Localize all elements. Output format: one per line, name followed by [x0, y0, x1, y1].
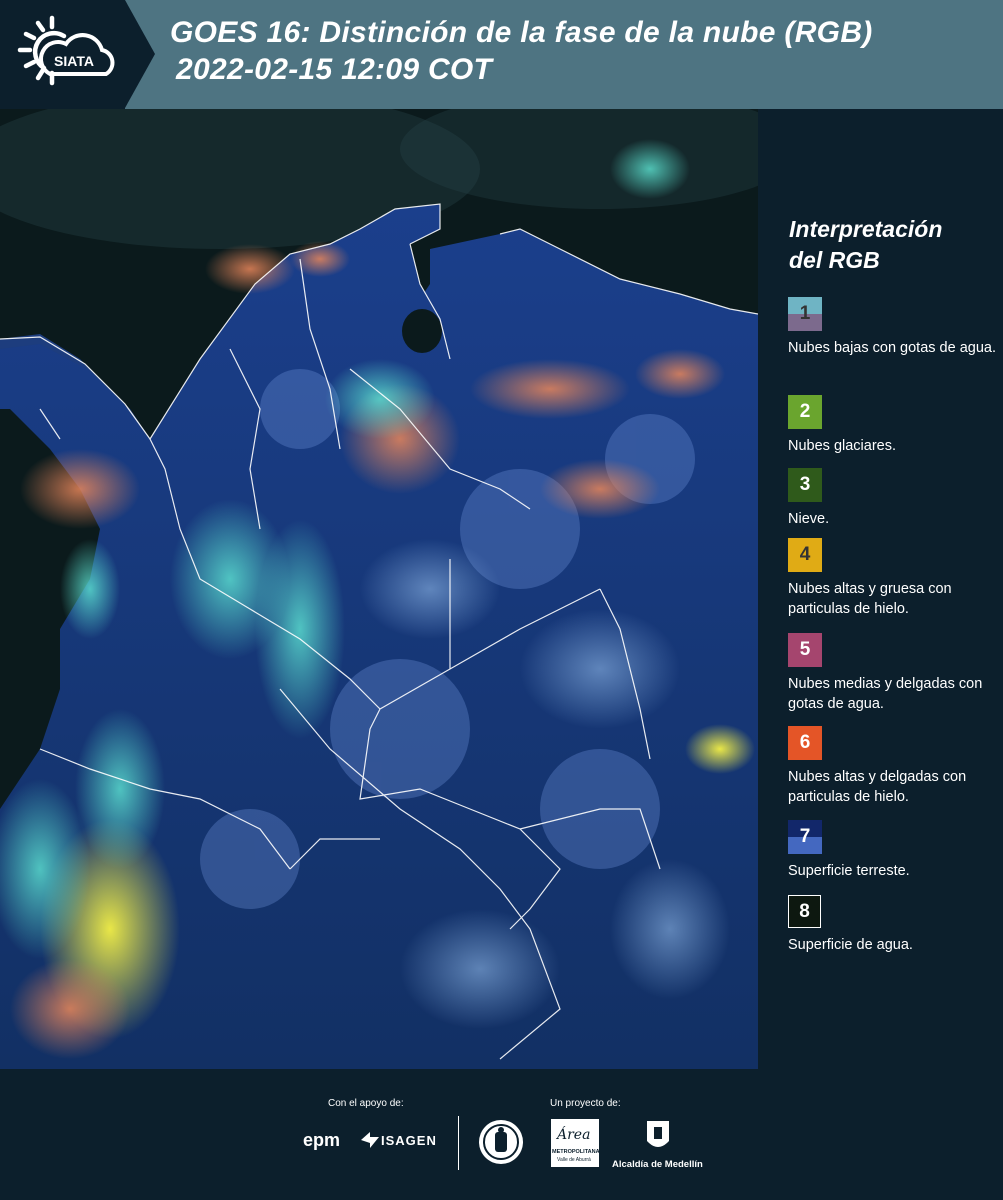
legend-number-5: 5	[799, 639, 811, 660]
legend-item-8: 8 Superficie de agua.	[788, 895, 1003, 955]
lake-maracaibo	[402, 309, 442, 353]
footer-divider	[458, 1116, 459, 1170]
footer: Con el apoyo de: Un proyecto de: epm ISA…	[0, 1069, 1003, 1200]
legend-item-3: 3 Nieve.	[788, 468, 1003, 529]
project-label: Un proyecto de:	[550, 1098, 621, 1109]
satellite-map	[0, 109, 758, 1069]
alcaldia-logo: Alcaldía de Medellín	[612, 1159, 703, 1170]
header-bar: SIATA GOES 16: Distinción de la fase de …	[0, 0, 1003, 109]
legend-item-6: 6 Nubes altas y delgadas con particulas …	[788, 726, 1003, 807]
legend-number-2: 2	[799, 401, 811, 422]
legend-label-8: Superficie de agua.	[788, 937, 913, 953]
isagen-logo: ISAGEN	[381, 1133, 437, 1148]
legend-swatch-4: 4	[788, 538, 822, 572]
legend-number-1: 1	[799, 303, 811, 324]
legend-number-4: 4	[799, 544, 811, 565]
support-label: Con el apoyo de:	[328, 1098, 404, 1109]
legend-item-2: 2 Nubes glaciares.	[788, 395, 1003, 456]
page-title: GOES 16: Distinción de la fase de la nub…	[170, 14, 873, 88]
legend-swatch-3: 3	[788, 468, 822, 502]
legend-number-7: 7	[799, 826, 811, 847]
legend-title-line-1: Interpretación	[789, 216, 943, 242]
legend-item-5: 5 Nubes medias y delgadas con gotas de a…	[788, 633, 1003, 714]
satellite-map-svg	[0, 109, 758, 1069]
area-logo-subtext-2: Valle de Aburrá	[557, 1157, 591, 1163]
legend-number-6: 6	[799, 732, 811, 753]
legend-item-1: 1 Nubes bajas con gotas de agua.	[788, 297, 1003, 358]
logo-text: SIATA	[54, 53, 94, 69]
legend-label-1: Nubes bajas con gotas de agua.	[788, 340, 996, 356]
legend-item-4: 4 Nubes altas y gruesa con particulas de…	[788, 538, 1003, 619]
epm-logo: epm	[303, 1130, 341, 1150]
legend-number-8: 8	[799, 900, 810, 922]
title-line-1: GOES 16: Distinción de la fase de la nub…	[170, 16, 873, 49]
legend-number-3: 3	[799, 474, 811, 495]
title-line-2: 2022-02-15 12:09 COT	[176, 53, 493, 86]
legend-label-2: Nubes glaciares.	[788, 438, 896, 454]
alcaldia-shield-icon	[647, 1121, 669, 1147]
legend-swatch-8: 8	[788, 895, 821, 928]
legend-panel: Interpretación del RGB 1 Nubes bajas con…	[760, 109, 1003, 1069]
logo-arrow-shape	[125, 0, 155, 108]
legend-swatch-2: 2	[788, 395, 822, 429]
legend-swatch-7: 7	[788, 820, 822, 854]
area-logo-text: Área	[557, 1127, 591, 1143]
legend-swatch-1: 1	[788, 297, 822, 331]
area-logo-subtext: METROPOLITANA	[552, 1149, 600, 1155]
legend-label-4: Nubes altas y gruesa con particulas de h…	[788, 581, 952, 617]
legend-item-7: 7 Superficie terreste.	[788, 820, 1003, 881]
legend-title-line-2: del RGB	[789, 247, 880, 273]
legend-swatch-5: 5	[788, 633, 822, 667]
legend-swatch-6: 6	[788, 726, 822, 760]
legend-label-7: Superficie terreste.	[788, 863, 910, 879]
seal-logo	[479, 1120, 523, 1164]
legend-label-3: Nieve.	[788, 511, 830, 527]
legend-label-5: Nubes medias y delgadas con gotas de agu…	[788, 676, 983, 712]
isagen-logo-icon	[361, 1132, 379, 1148]
legend-title: Interpretación del RGB	[789, 214, 989, 276]
area-metropolitana-logo: Área METROPOLITANA Valle de Aburrá	[551, 1119, 600, 1167]
legend-label-6: Nubes altas y delgadas con particulas de…	[788, 769, 967, 805]
siata-logo: SIATA	[17, 15, 115, 86]
